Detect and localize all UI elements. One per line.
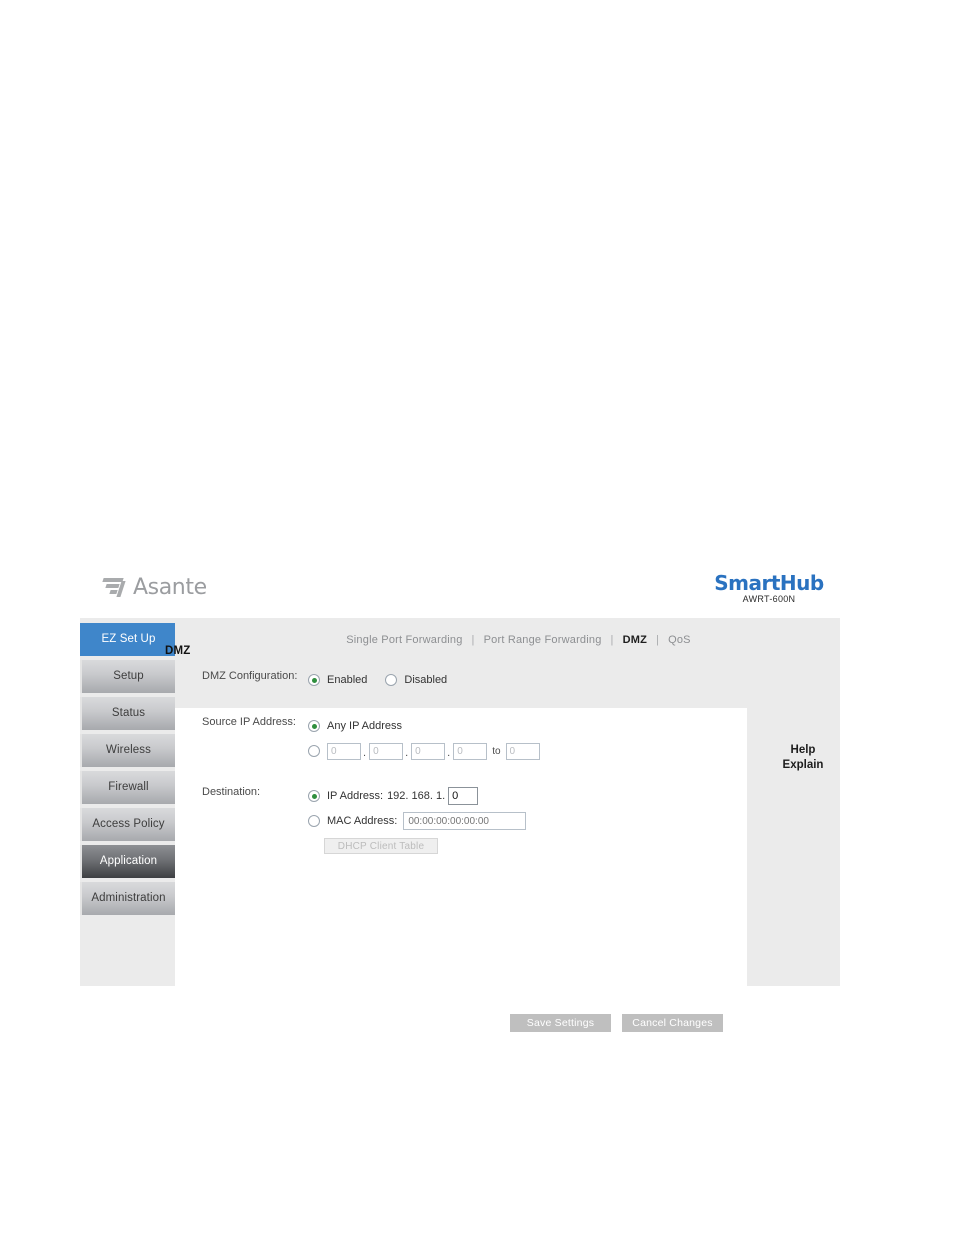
sidebar-item-ez-set-up[interactable]: EZ Set Up xyxy=(80,623,175,656)
sidebar-item-status[interactable]: Status xyxy=(80,697,175,730)
dmz-enabled-radio[interactable] xyxy=(308,674,320,686)
octet-separator-1: . xyxy=(363,746,367,759)
save-settings-button[interactable]: Save Settings xyxy=(510,1014,611,1032)
product-model: AWRT-600N xyxy=(742,594,796,604)
product-name: SmartHub xyxy=(714,571,824,595)
destination-ip-label: IP Address: xyxy=(327,790,384,802)
dmz-disabled-radio[interactable] xyxy=(385,674,398,686)
source-ip-label: Source IP Address: xyxy=(202,716,296,728)
sidebar-nav: EZ Set Up Setup Status Wireless Firewall… xyxy=(80,618,177,919)
tab-list: Single Port Forwarding | Port Range Forw… xyxy=(344,634,692,646)
source-octet-1[interactable] xyxy=(327,742,361,760)
destination-ip-prefix: 192. 168. 1. xyxy=(387,790,446,802)
brand-header: Asante SmartHub AWRT-600N xyxy=(80,568,840,618)
destination-mac-label: MAC Address: xyxy=(327,815,398,827)
tab-separator-3: | xyxy=(656,634,660,646)
cancel-changes-button[interactable]: Cancel Changes xyxy=(622,1014,723,1032)
source-octet-4[interactable] xyxy=(453,742,488,760)
sidebar-item-firewall[interactable]: Firewall xyxy=(80,771,175,804)
dmz-disabled-label: Disabled xyxy=(404,674,448,686)
tab-port-range-forwarding[interactable]: Port Range Forwarding xyxy=(482,634,604,646)
help-line-1: Help xyxy=(790,744,816,756)
source-ip-fields: Any IP Address . . . to xyxy=(308,716,540,761)
router-admin-page: Asante SmartHub AWRT-600N EZ Set Up Setu… xyxy=(80,568,840,1032)
source-any-ip-label: Any IP Address xyxy=(327,720,403,732)
tab-separator-1: | xyxy=(471,634,475,646)
tab-qos[interactable]: QoS xyxy=(666,634,693,646)
source-any-ip-radio[interactable] xyxy=(308,720,320,732)
source-octet-3[interactable] xyxy=(411,742,446,760)
destination-fields: IP Address: 192. 168. 1. MAC Address: DH… xyxy=(308,786,527,854)
asante-mark-icon xyxy=(102,578,128,597)
dmz-configuration-fields: Enabled Disabled xyxy=(308,670,447,690)
destination-mac-radio[interactable] xyxy=(308,815,320,827)
tab-single-port-forwarding[interactable]: Single Port Forwarding xyxy=(344,634,464,646)
sidebar-item-wireless[interactable]: Wireless xyxy=(80,734,175,767)
dmz-configuration-label: DMZ Configuration: xyxy=(202,670,298,682)
destination-mac-input[interactable] xyxy=(403,812,527,830)
destination-ip-last-octet[interactable] xyxy=(448,787,479,805)
help-explain[interactable]: Help Explain xyxy=(766,743,840,773)
page-title: DMZ xyxy=(165,645,191,657)
asante-wordmark: Asante xyxy=(133,575,207,600)
dmz-enabled-label: Enabled xyxy=(327,674,368,686)
help-line-2: Explain xyxy=(782,759,824,771)
range-to-label: to xyxy=(492,745,501,757)
sidebar-item-application[interactable]: Application xyxy=(80,845,175,878)
sidebar-item-setup[interactable]: Setup xyxy=(80,660,175,693)
smarthub-branding: SmartHub AWRT-600N xyxy=(704,572,834,605)
destination-ip-radio[interactable] xyxy=(308,790,320,802)
sidebar-item-administration[interactable]: Administration xyxy=(80,882,175,915)
form-actions: Save Settings Cancel Changes xyxy=(510,1014,723,1032)
tab-separator-2: | xyxy=(610,634,614,646)
source-octet-2[interactable] xyxy=(369,742,404,760)
asante-logo: Asante xyxy=(102,575,207,600)
dhcp-client-table-button[interactable]: DHCP Client Table xyxy=(324,838,438,854)
tab-dmz[interactable]: DMZ xyxy=(621,634,649,646)
destination-label: Destination: xyxy=(202,786,261,798)
sidebar-item-access-policy[interactable]: Access Policy xyxy=(80,808,175,841)
octet-separator-3: . xyxy=(447,746,451,759)
source-range-radio[interactable] xyxy=(308,745,320,757)
source-range-end[interactable] xyxy=(505,742,540,760)
section-tabbar: Single Port Forwarding | Port Range Forw… xyxy=(177,618,840,662)
octet-separator-2: . xyxy=(405,746,409,759)
app-frame: EZ Set Up Setup Status Wireless Firewall… xyxy=(80,618,840,1032)
